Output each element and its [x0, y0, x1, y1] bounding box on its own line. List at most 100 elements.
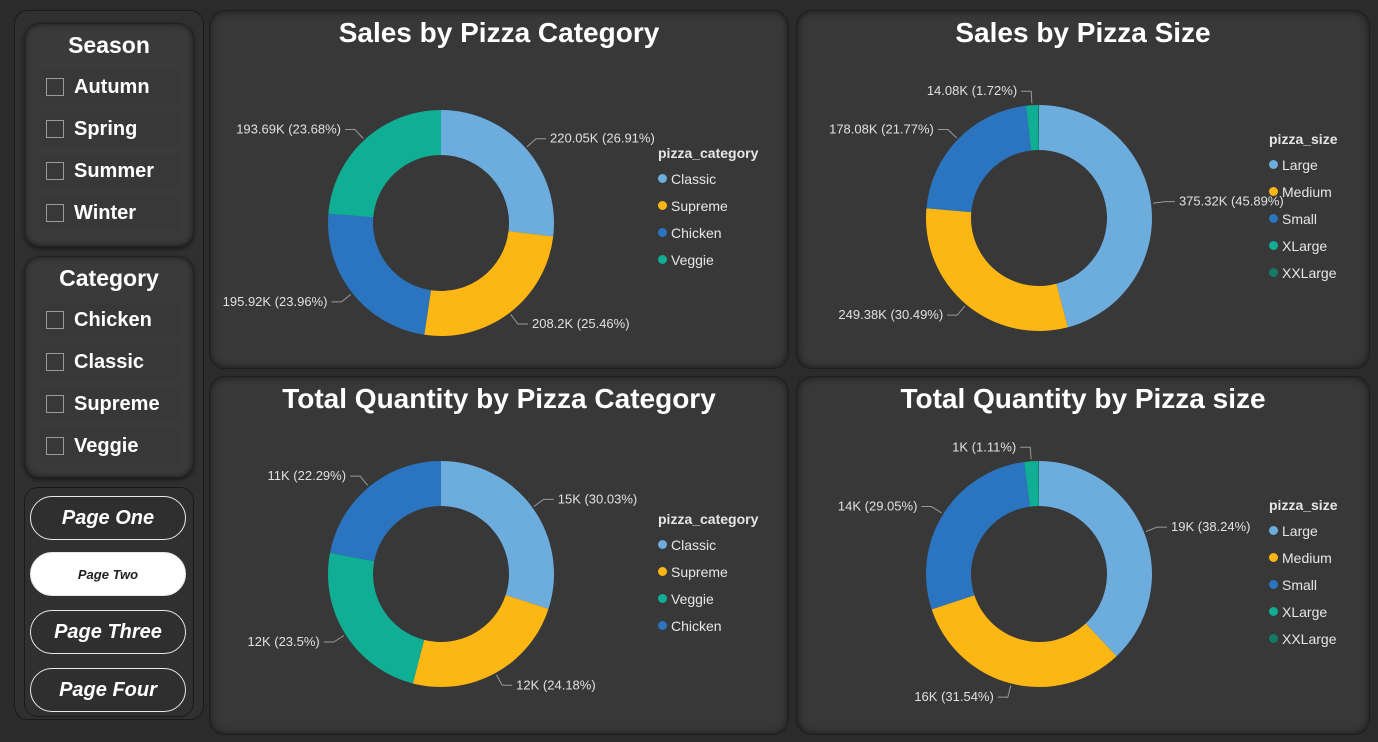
category-slicer-title: Category	[59, 265, 159, 291]
legend-item-xlarge[interactable]: XLarge	[1269, 598, 1337, 625]
data-label: 12K (24.18%)	[516, 677, 596, 692]
slice-classic[interactable]	[441, 110, 554, 237]
legend-item-large[interactable]: Large	[1269, 517, 1337, 544]
season-option-winter[interactable]: Winter	[39, 196, 181, 230]
legend-label: Medium	[1282, 549, 1332, 566]
legend-title: pizza_size	[1269, 497, 1338, 513]
legend-label: Chicken	[671, 224, 722, 241]
quantity-by-size-panel: Total Quantity by Pizza size 19K (38.24%…	[796, 376, 1370, 735]
leader-line	[495, 674, 513, 686]
legend-item-small[interactable]: Small	[1269, 571, 1337, 598]
legend-item-chicken[interactable]: Chicken	[658, 612, 758, 639]
checkbox[interactable]	[46, 437, 64, 455]
slice-small[interactable]	[926, 105, 1032, 213]
slicer-item-label: Classic	[74, 350, 145, 373]
sales-by-category-panel: Sales by Pizza Category 220.05K (26.91%)…	[209, 10, 789, 369]
data-label: 16K (31.54%)	[914, 689, 994, 704]
page-three-button[interactable]: Page Three	[30, 610, 186, 654]
data-label: 14K (29.05%)	[838, 499, 918, 514]
legend-item-classic[interactable]: Classic	[658, 531, 758, 558]
page-one-button[interactable]: Page One	[30, 496, 186, 540]
season-option-spring[interactable]: Spring	[39, 112, 181, 146]
checkbox[interactable]	[46, 311, 64, 329]
legend-label: Small	[1282, 210, 1318, 227]
slice-medium[interactable]	[926, 208, 1068, 332]
legend-item-xxlarge[interactable]: XXLarge	[1269, 259, 1337, 286]
legend-item-supreme[interactable]: Supreme	[658, 192, 758, 219]
season-option-summer[interactable]: Summer	[39, 154, 181, 188]
legend-label: Chicken	[671, 617, 722, 634]
legend-label: Classic	[671, 170, 717, 187]
chart-legend: pizza_size Large Medium Small XLarge XXLarge	[1269, 131, 1337, 286]
slice-supreme[interactable]	[412, 595, 549, 687]
legend-label: Medium	[1282, 183, 1332, 200]
slice-veggie[interactable]	[328, 110, 441, 218]
checkbox[interactable]	[46, 120, 64, 138]
slicer-item-label: Summer	[74, 159, 155, 182]
slice-large[interactable]	[1039, 461, 1152, 657]
slicer-item-label: Supreme	[74, 392, 160, 415]
slice-medium[interactable]	[931, 595, 1117, 687]
legend-item-medium[interactable]: Medium	[1269, 178, 1337, 205]
legend-dot-icon	[1269, 553, 1278, 562]
leader-line	[947, 305, 966, 316]
chart-legend: pizza_category Classic Supreme Veggie Chicke…	[658, 511, 758, 639]
legend-label: Large	[1282, 156, 1318, 173]
page-four-button[interactable]: Page Four	[30, 668, 186, 712]
checkbox[interactable]	[46, 78, 64, 96]
legend-item-classic[interactable]: Classic	[658, 165, 758, 192]
season-slicer: Season Autumn Spring Summer Winter	[24, 23, 194, 247]
page-two-button[interactable]: Page Two	[30, 552, 186, 596]
legend-item-medium[interactable]: Medium	[1269, 544, 1337, 571]
legend-item-xlarge[interactable]: XLarge	[1269, 232, 1337, 259]
checkbox[interactable]	[46, 162, 64, 180]
category-slicer: Category Chicken Classic Supreme Veggie	[24, 256, 194, 478]
category-option-chicken[interactable]: Chicken	[39, 303, 181, 337]
legend-label: Small	[1282, 576, 1318, 593]
category-option-supreme[interactable]: Supreme	[39, 387, 181, 421]
legend-dot-icon	[658, 174, 667, 183]
leader-line	[1145, 526, 1168, 533]
legend-dot-icon	[1269, 241, 1278, 250]
leader-line	[1020, 446, 1032, 460]
slicer-item-label: Veggie	[74, 434, 139, 457]
slice-veggie[interactable]	[328, 552, 425, 684]
chart-legend: pizza_category Classic Supreme Chicken Veggi…	[658, 145, 758, 273]
leader-line	[1152, 201, 1175, 204]
legend-label: Large	[1282, 522, 1318, 539]
slice-small[interactable]	[926, 461, 1031, 610]
legend-label: XLarge	[1282, 603, 1328, 620]
legend-item-large[interactable]: Large	[1269, 151, 1337, 178]
season-option-autumn[interactable]: Autumn	[39, 70, 181, 104]
legend-label: Veggie	[671, 251, 714, 268]
slice-chicken[interactable]	[328, 213, 431, 335]
data-label: 11K (22.29%)	[268, 468, 347, 483]
legend-dot-icon	[1269, 526, 1278, 535]
category-option-classic[interactable]: Classic	[39, 345, 181, 379]
legend-title: pizza_category	[658, 145, 759, 161]
legend-dot-icon	[658, 594, 667, 603]
slice-classic[interactable]	[441, 461, 554, 609]
leader-line	[323, 635, 345, 643]
legend-item-veggie[interactable]: Veggie	[658, 246, 758, 273]
leader-line	[921, 506, 942, 514]
page-navigation: Page One Page Two Page Three Page Four	[24, 487, 194, 717]
legend-item-xxlarge[interactable]: XXLarge	[1269, 625, 1337, 652]
legend-item-supreme[interactable]: Supreme	[658, 558, 758, 585]
data-label: 19K (38.24%)	[1171, 519, 1251, 534]
legend-dot-icon	[658, 621, 667, 630]
legend-item-small[interactable]: Small	[1269, 205, 1337, 232]
legend-dot-icon	[1269, 268, 1278, 277]
checkbox[interactable]	[46, 204, 64, 222]
slice-chicken[interactable]	[330, 461, 441, 562]
category-option-veggie[interactable]: Veggie	[39, 429, 181, 463]
checkbox[interactable]	[46, 353, 64, 371]
legend-item-veggie[interactable]: Veggie	[658, 585, 758, 612]
legend-dot-icon	[658, 201, 667, 210]
slicer-item-label: Spring	[74, 117, 138, 140]
legend-label: Supreme	[671, 563, 728, 580]
legend-item-chicken[interactable]: Chicken	[658, 219, 758, 246]
checkbox[interactable]	[46, 395, 64, 413]
data-label: 249.38K (30.49%)	[838, 307, 943, 322]
legend-dot-icon	[1269, 607, 1278, 616]
